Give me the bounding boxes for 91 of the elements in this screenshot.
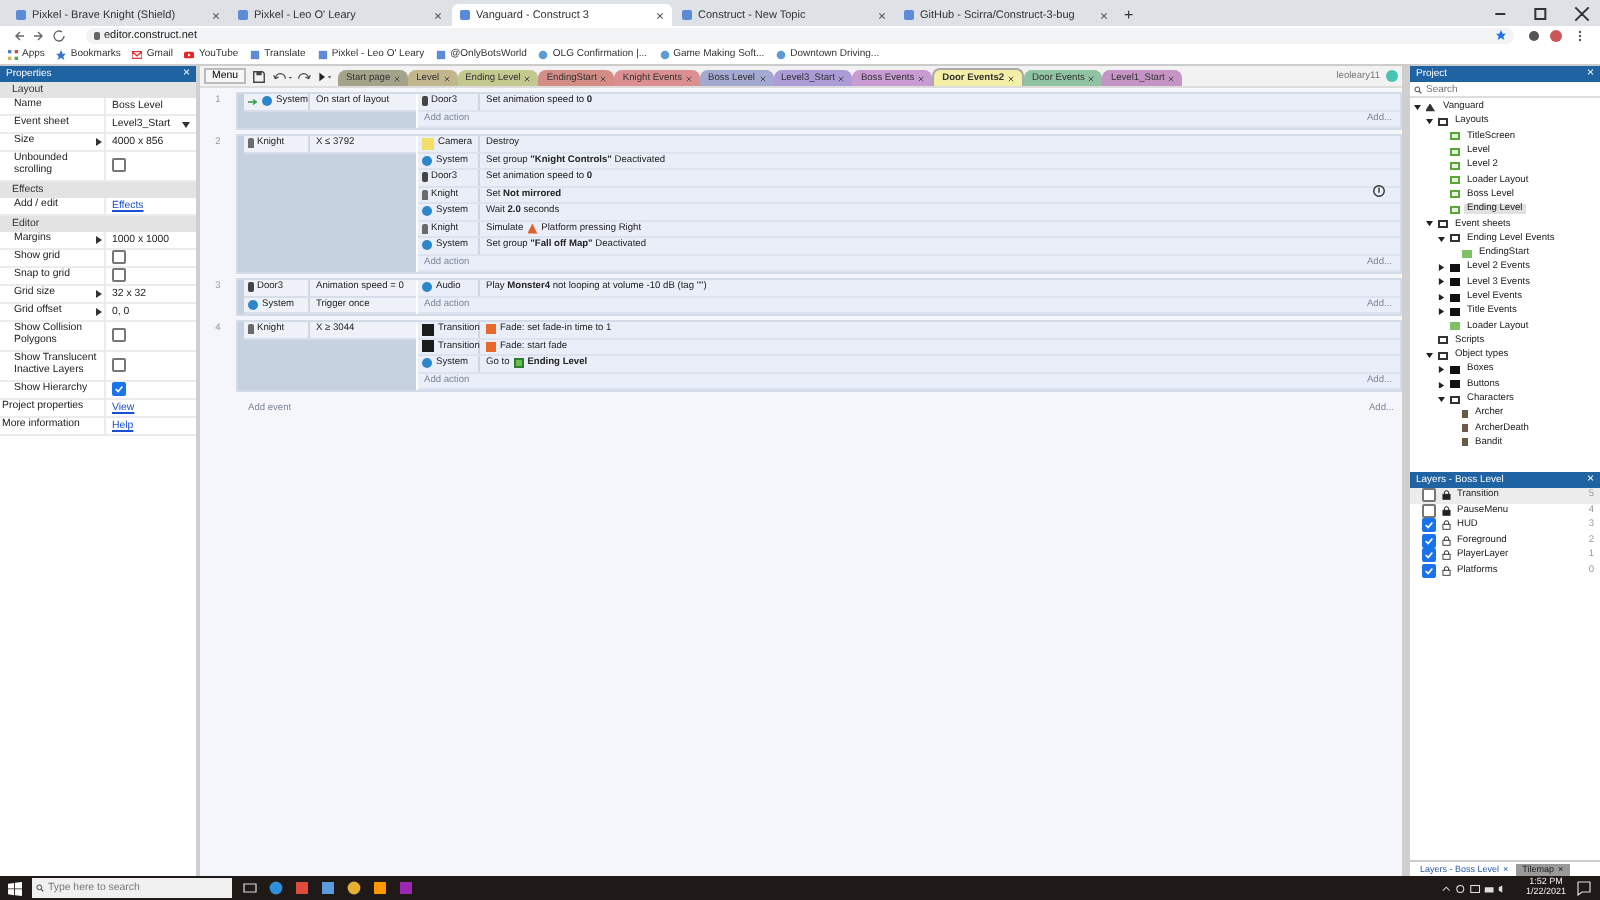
expand-arrow-icon[interactable] bbox=[1438, 235, 1445, 243]
expand-arrow-icon[interactable] bbox=[1426, 118, 1433, 126]
envelope-icon bbox=[132, 49, 143, 59]
event-sheet-icon bbox=[1449, 322, 1459, 331]
save-icon[interactable] bbox=[251, 69, 266, 83]
favicon-icon bbox=[460, 10, 470, 20]
object-icon bbox=[248, 282, 253, 293]
visibility-checkbox[interactable] bbox=[1422, 548, 1436, 563]
unlock-icon[interactable] bbox=[1442, 535, 1451, 546]
search-icon bbox=[1414, 85, 1422, 93]
square-icon[interactable] bbox=[294, 880, 310, 896]
checkbox[interactable] bbox=[112, 268, 126, 283]
expand-arrow-icon[interactable] bbox=[1438, 308, 1445, 316]
caret-icon bbox=[182, 121, 190, 127]
circle-icon[interactable] bbox=[268, 880, 284, 896]
visibility-checkbox[interactable] bbox=[1422, 563, 1436, 578]
unlock-icon[interactable] bbox=[1442, 550, 1451, 561]
undo-redo-icon[interactable] bbox=[271, 69, 312, 83]
windows-logo-icon[interactable] bbox=[8, 881, 22, 895]
object-icon bbox=[422, 282, 432, 293]
object-icon bbox=[248, 324, 253, 335]
close-icon[interactable] bbox=[878, 11, 886, 19]
star-icon bbox=[56, 49, 67, 59]
notification-icon[interactable] bbox=[1576, 880, 1592, 896]
square-icon bbox=[436, 49, 447, 59]
object-icon bbox=[422, 223, 427, 234]
unlock-icon[interactable] bbox=[1442, 520, 1451, 531]
square-icon bbox=[486, 324, 496, 335]
close-icon[interactable] bbox=[524, 75, 531, 81]
close-icon[interactable] bbox=[394, 75, 401, 81]
event-sheet-icon bbox=[1461, 249, 1471, 258]
folder-icon bbox=[1437, 117, 1447, 126]
window-controls-icon[interactable] bbox=[1492, 3, 1592, 23]
play-icon[interactable] bbox=[317, 69, 332, 83]
expand-arrow-icon[interactable] bbox=[1438, 366, 1445, 374]
expand-arrow-icon[interactable] bbox=[1438, 381, 1445, 389]
close-icon[interactable] bbox=[918, 75, 925, 81]
close-icon[interactable] bbox=[434, 11, 442, 19]
expand-arrow-icon[interactable] bbox=[1438, 278, 1445, 286]
close-icon[interactable] bbox=[600, 75, 607, 81]
unlock-icon[interactable] bbox=[1442, 565, 1451, 576]
object-icon bbox=[248, 138, 253, 149]
checkbox[interactable] bbox=[112, 250, 126, 265]
checkbox[interactable] bbox=[112, 358, 126, 373]
object-icon bbox=[422, 137, 434, 150]
visibility-checkbox[interactable] bbox=[1422, 488, 1436, 503]
grid-icon bbox=[8, 49, 18, 59]
globe-icon bbox=[538, 49, 549, 59]
close-icon[interactable] bbox=[838, 75, 845, 81]
expand-arrow-icon[interactable] bbox=[1414, 103, 1421, 111]
close-icon[interactable] bbox=[443, 75, 450, 81]
square-icon bbox=[486, 341, 496, 352]
task-view-icon[interactable] bbox=[242, 880, 258, 896]
checkbox[interactable] bbox=[112, 158, 126, 173]
favicon-icon bbox=[904, 10, 914, 20]
new-tab-button[interactable]: + bbox=[1118, 4, 1140, 26]
close-icon[interactable] bbox=[1008, 75, 1015, 81]
layout-icon bbox=[513, 358, 524, 369]
square-icon bbox=[250, 49, 261, 59]
globe-icon bbox=[776, 49, 787, 59]
visibility-checkbox[interactable] bbox=[1422, 518, 1436, 533]
circle-icon[interactable] bbox=[346, 880, 362, 896]
favicon-icon bbox=[238, 10, 248, 20]
star-icon[interactable] bbox=[1496, 30, 1506, 40]
close-icon[interactable] bbox=[212, 11, 220, 19]
object-icon bbox=[422, 96, 427, 107]
expand-arrow-icon[interactable] bbox=[1438, 293, 1445, 301]
favicon-icon bbox=[16, 10, 26, 20]
trigger-arrow-icon bbox=[248, 97, 258, 106]
close-icon[interactable] bbox=[1100, 11, 1108, 19]
close-icon[interactable] bbox=[656, 11, 664, 19]
square-icon[interactable] bbox=[320, 880, 336, 896]
expand-arrow-icon[interactable] bbox=[1438, 395, 1445, 403]
project-icon bbox=[1425, 103, 1435, 112]
checkbox[interactable] bbox=[112, 382, 126, 397]
close-icon[interactable] bbox=[686, 75, 693, 81]
expand-arrow-icon[interactable] bbox=[1438, 264, 1445, 272]
visibility-checkbox[interactable] bbox=[1422, 533, 1436, 548]
close-icon[interactable] bbox=[1088, 75, 1095, 81]
favicon-icon bbox=[682, 10, 692, 20]
close-icon[interactable] bbox=[759, 75, 765, 81]
square-icon[interactable] bbox=[372, 880, 388, 896]
play-icon bbox=[184, 49, 195, 59]
expand-arrow-icon[interactable] bbox=[1426, 351, 1433, 359]
expand-arrow-icon[interactable] bbox=[1426, 220, 1433, 228]
expand-arrow-icon[interactable] bbox=[96, 235, 102, 244]
globe-icon bbox=[659, 49, 670, 59]
square-icon bbox=[317, 49, 328, 59]
expand-arrow-icon[interactable] bbox=[96, 138, 102, 146]
checkbox[interactable] bbox=[112, 328, 126, 343]
close-icon[interactable] bbox=[1168, 75, 1175, 81]
